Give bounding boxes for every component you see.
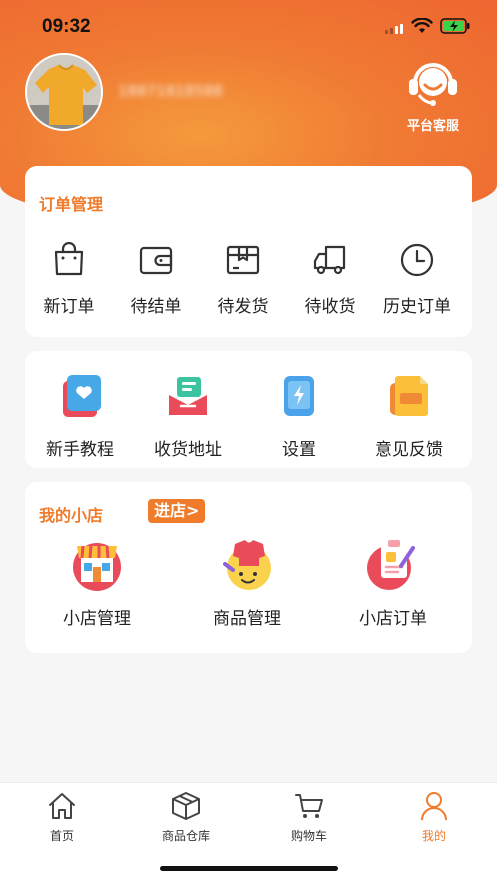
shop-item-label: 小店管理 (63, 609, 131, 629)
order-item-pending-ship[interactable]: 待发货 (198, 242, 288, 317)
shop-card-title: 我的小店 (39, 506, 104, 525)
storefront-icon (73, 543, 121, 591)
shopping-bag-icon (54, 241, 84, 276)
settings-phone-icon (284, 376, 314, 416)
shop-item-label: 小店订单 (359, 609, 427, 629)
product-icon (223, 540, 271, 590)
tab-product-warehouse[interactable]: 商品仓库 (141, 791, 231, 844)
status-bar: 09:32 (0, 0, 497, 54)
tool-feedback[interactable]: 意见反馈 (364, 373, 454, 460)
home-indicator (160, 866, 338, 871)
wifi-icon (411, 18, 433, 33)
address-icon (169, 377, 207, 415)
order-card-title: 订单管理 (39, 195, 104, 214)
order-item-label: 待结单 (130, 297, 182, 317)
user-icon (421, 792, 447, 821)
order-management-card: 订单管理 新订单 待结单 待发货 待收货 历史订单 (25, 166, 472, 337)
order-item-pending-receive[interactable]: 待收货 (285, 242, 375, 317)
order-item-pending-accept[interactable]: 待结单 (111, 242, 201, 317)
tutorial-icon (63, 375, 101, 417)
wallet-icon (139, 246, 173, 275)
truck-icon (313, 245, 346, 275)
order-item-label: 待收货 (304, 297, 356, 317)
shop-item-label: 商品管理 (213, 609, 281, 629)
tab-label: 我的 (421, 829, 446, 843)
status-time: 09:32 (42, 16, 91, 37)
enter-shop-button[interactable]: 进店> (148, 499, 206, 523)
order-item-history[interactable]: 历史订单 (372, 242, 462, 317)
cellular-signal-icon (385, 24, 403, 34)
box-icon (172, 792, 200, 820)
tools-card: 新手教程 收货地址 设置 意见反馈 (25, 351, 472, 468)
headset-icon (409, 63, 457, 106)
tab-label: 商品仓库 (161, 829, 210, 843)
battery-charging-icon (440, 18, 470, 34)
tab-cart[interactable]: 购物车 (264, 791, 354, 844)
customer-service-button[interactable]: 平台客服 (400, 55, 466, 134)
package-icon (226, 245, 260, 275)
tool-label: 收货地址 (154, 440, 222, 460)
customer-service-label: 平台客服 (406, 119, 459, 134)
clock-icon (400, 243, 434, 277)
home-icon (49, 793, 75, 819)
tab-label: 购物车 (290, 829, 327, 843)
tab-mine[interactable]: 我的 (389, 791, 479, 844)
shop-order-icon (367, 540, 415, 590)
tab-label: 首页 (49, 829, 74, 843)
order-item-new[interactable]: 新订单 (24, 241, 114, 317)
tool-address[interactable]: 收货地址 (143, 373, 233, 460)
shop-item-products[interactable]: 商品管理 (202, 536, 292, 629)
tool-label: 新手教程 (46, 440, 114, 460)
shop-item-orders[interactable]: 小店订单 (348, 536, 438, 629)
order-item-label: 待发货 (217, 297, 269, 317)
tool-label: 意见反馈 (375, 440, 443, 460)
tab-home[interactable]: 首页 (17, 791, 107, 844)
order-item-label: 历史订单 (383, 297, 451, 317)
user-avatar[interactable] (25, 53, 103, 131)
user-phone-number: 18871818588 (118, 82, 223, 100)
my-shop-card: 我的小店 进店> 小店管理 商品管理 小店订单 (25, 482, 472, 653)
cart-icon (295, 794, 323, 818)
shop-item-management[interactable]: 小店管理 (52, 536, 142, 629)
tool-tutorial[interactable]: 新手教程 (35, 373, 125, 460)
feedback-icon (390, 376, 428, 416)
tool-label: 设置 (282, 440, 316, 460)
tool-settings[interactable]: 设置 (254, 373, 344, 460)
order-item-label: 新订单 (43, 297, 95, 317)
